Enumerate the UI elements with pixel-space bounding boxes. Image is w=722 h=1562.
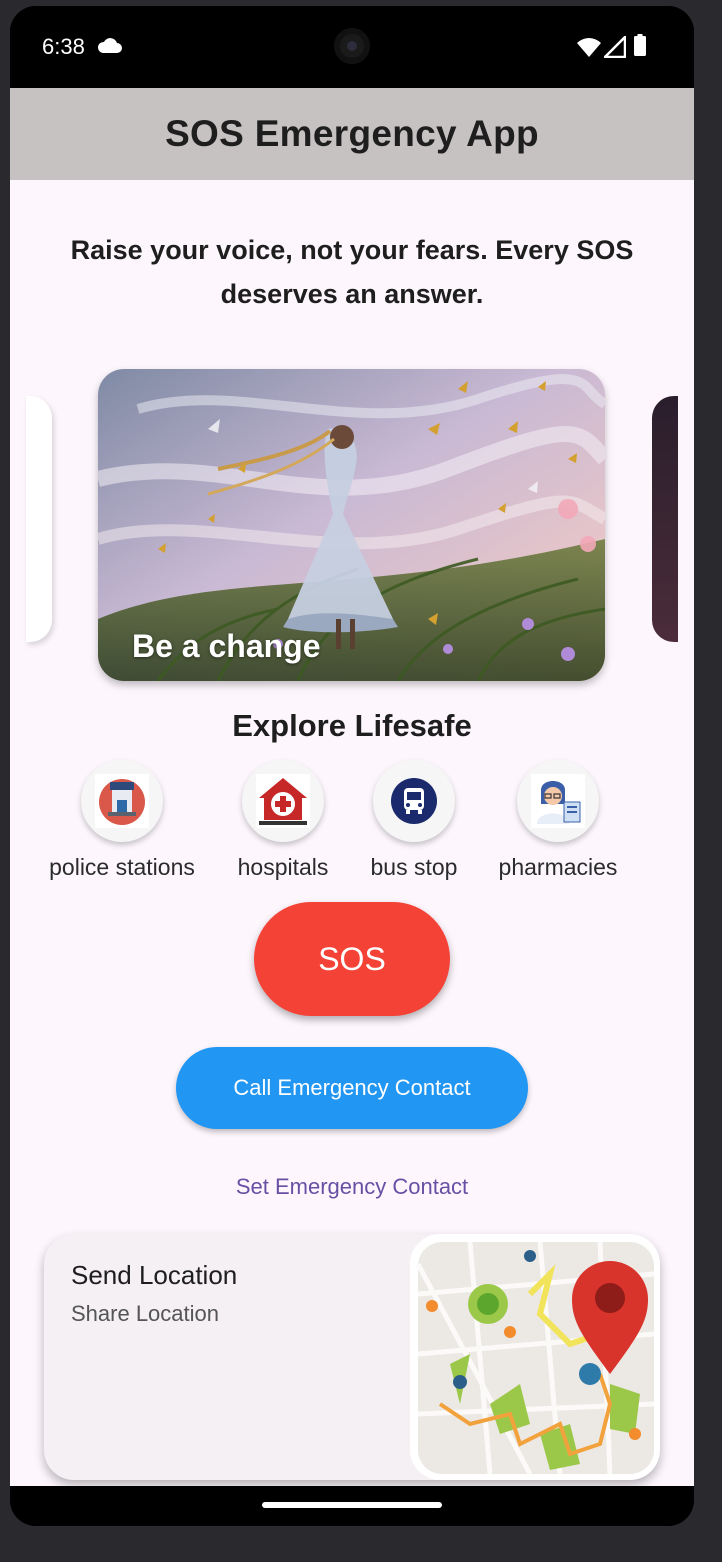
hospital-icon	[256, 774, 310, 828]
wifi-icon	[577, 38, 601, 57]
category-label: police stations	[49, 854, 195, 880]
carousel-next-card[interactable]	[652, 396, 678, 642]
front-camera	[334, 28, 370, 64]
send-location-card[interactable]: Send Location Share Location	[44, 1234, 660, 1480]
category-icon-wrap	[81, 760, 163, 842]
category-pharmacies[interactable]: pharmacies	[488, 760, 628, 881]
phone-frame: 6:38 SOS Emergency App Raise your voice,…	[10, 6, 694, 1526]
category-label: bus stop	[370, 854, 458, 880]
bus-icon	[391, 778, 437, 824]
call-emergency-contact-button[interactable]: Call Emergency Contact	[176, 1047, 528, 1129]
carousel-card[interactable]: Be a change	[98, 369, 605, 681]
map-pin-icon	[410, 1234, 660, 1480]
battery-icon	[634, 34, 646, 56]
carousel-prev-card[interactable]	[26, 396, 52, 642]
location-card-subtitle: Share Location	[71, 1301, 219, 1326]
police-station-icon	[95, 774, 149, 828]
tagline: Raise your voice, not your fears. Every …	[70, 235, 634, 309]
category-hospitals[interactable]: hospitals	[223, 760, 343, 881]
app-bar: SOS Emergency App	[10, 88, 694, 180]
category-icon-wrap	[242, 760, 324, 842]
category-police-stations[interactable]: police stations	[42, 760, 202, 881]
pharmacist-icon	[531, 774, 585, 828]
signal-icon	[604, 36, 626, 58]
home-gesture-bar[interactable]	[262, 1502, 442, 1508]
category-bus-stop[interactable]: bus stop	[354, 760, 474, 881]
category-label: pharmacies	[498, 854, 618, 880]
category-label: hospitals	[237, 854, 329, 880]
cloud-icon	[97, 38, 122, 53]
status-bar: 6:38	[10, 6, 694, 88]
set-emergency-contact-link[interactable]: Set Emergency Contact	[10, 1174, 694, 1200]
location-card-title: Send Location	[71, 1260, 238, 1290]
carousel-caption: Be a change	[132, 628, 321, 664]
status-time: 6:38	[42, 34, 85, 59]
category-icon-wrap	[517, 760, 599, 842]
category-icon-wrap	[373, 760, 455, 842]
main-content[interactable]: Raise your voice, not your fears. Every …	[10, 180, 694, 1486]
map-image	[410, 1234, 660, 1480]
explore-title: Explore Lifesafe	[232, 708, 472, 743]
sos-button[interactable]: SOS	[254, 902, 450, 1016]
app-title: SOS Emergency App	[165, 113, 539, 154]
